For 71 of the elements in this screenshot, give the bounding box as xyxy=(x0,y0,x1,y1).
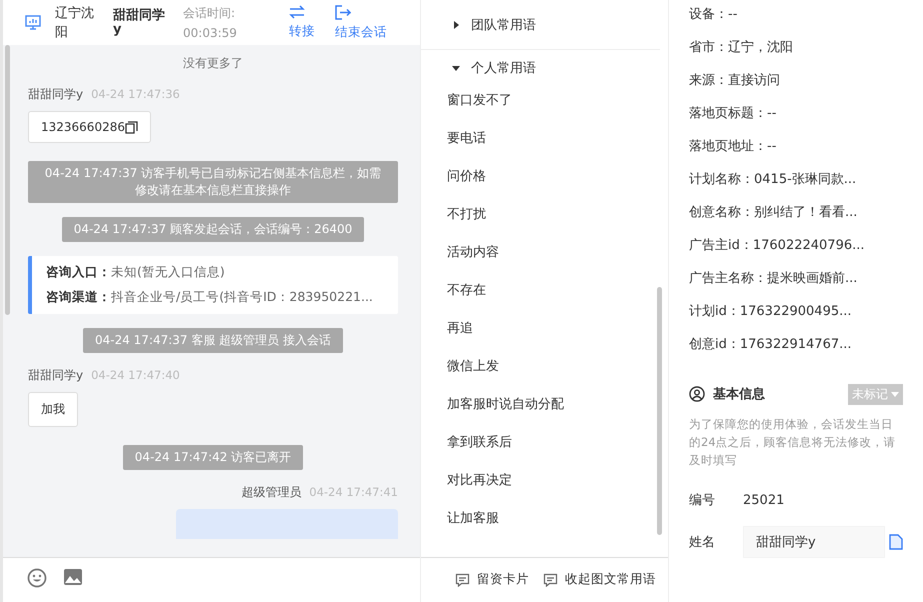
header-action-button[interactable]: 结束会话 xyxy=(335,4,387,40)
phrase-item[interactable]: 对比再决定 xyxy=(421,472,668,510)
session-time-label: 会话时间: xyxy=(183,4,236,22)
logout-icon xyxy=(335,4,351,20)
phrase-item[interactable]: 要电话 xyxy=(421,130,668,168)
system-notice: 04-24 17:47:37 客服 超级管理员 接入会话 xyxy=(82,328,344,353)
info-row-text: 来源：直接访问 xyxy=(689,72,781,90)
info-row-text: 创意id：176322914767... xyxy=(689,336,853,354)
name-field[interactable]: 甜甜同学y xyxy=(743,526,885,558)
phrase-item[interactable]: 微信上发 xyxy=(421,358,668,396)
swap-arrows-icon xyxy=(289,5,305,19)
system-notice: 04-24 17:47:37 访客手机号已自动标记右侧基本信息栏，如需修改请在基本信息栏直接操作 xyxy=(28,161,398,203)
info-row-text: 计划id：176322900495... xyxy=(689,303,853,321)
message-time: 04-24 17:47:41 xyxy=(309,485,398,499)
phrase-item[interactable]: 拿到联系后 xyxy=(421,434,668,472)
caret-down-icon xyxy=(451,63,461,73)
message-icon xyxy=(543,572,558,586)
message-time: 04-24 17:47:36 xyxy=(91,87,180,101)
info-row-text: 设备：-- xyxy=(689,6,738,24)
phrase-item[interactable]: 窗口发不了 xyxy=(421,92,668,130)
system-notice: 04-24 17:47:42 访客已离开 xyxy=(122,445,304,470)
info-row-text: 广告主名称：提米映画婚前... xyxy=(689,270,858,288)
info-row-text: 落地页标题：-- xyxy=(689,105,778,123)
visitor-location: 辽宁沈阳 xyxy=(55,4,95,42)
scrollbar[interactable] xyxy=(657,287,662,535)
no-more-notice: 没有更多了 xyxy=(183,55,243,72)
visitor-name: 甜甜同学y xyxy=(113,8,166,36)
phrase-item[interactable]: 加客服时说自动分配 xyxy=(421,396,668,434)
section-title: 基本信息 xyxy=(713,386,766,403)
image-button[interactable] xyxy=(63,568,83,586)
field-label: 姓名 xyxy=(689,534,716,551)
toolbar-button[interactable]: 留资卡片 xyxy=(455,571,529,588)
info-row-text: 省市：辽宁，沈阳 xyxy=(689,39,794,57)
session-time: 00:03:59 xyxy=(183,24,238,42)
phrase-item[interactable]: 不打扰 xyxy=(421,206,668,244)
message-bubble: 13236660286 xyxy=(28,111,151,143)
info-row-text: 计划名称：0415-张琳同款... xyxy=(689,171,858,189)
phrase-item[interactable]: 再追 xyxy=(421,320,668,358)
system-notice: 04-24 17:47:37 顾客发起会话，会话编号：26400 xyxy=(62,217,364,242)
phrase-item[interactable]: 问价格 xyxy=(421,168,668,206)
field-label: 编号 xyxy=(689,492,716,509)
field-value: 25021 xyxy=(743,492,784,508)
scrollbar[interactable] xyxy=(5,45,10,315)
phrase-item[interactable]: 活动内容 xyxy=(421,244,668,282)
entry-line: 咨询渠道：抖音企业号/员工号(抖音号ID：283950221... xyxy=(46,289,374,306)
info-row-text: 广告主id：176022240796... xyxy=(689,237,866,255)
emoji-button[interactable] xyxy=(27,568,47,588)
message-bubble: 加我 xyxy=(28,392,78,427)
info-row-text: 创意名称：别纠结了！看看... xyxy=(689,204,858,222)
toolbar-button[interactable]: 收起图文常用语 xyxy=(543,571,656,588)
notice-text: 为了保障您的使用体验，会话发生当日的24点之后，顾客信息将无法修改，请及时填写 xyxy=(689,416,897,469)
user-icon xyxy=(689,386,705,402)
phrase-group-header[interactable]: 团队常用语 xyxy=(421,0,660,50)
sender-name: 超级管理员 xyxy=(241,484,302,501)
image-icon xyxy=(63,568,83,586)
copy-icon[interactable] xyxy=(124,120,138,134)
monitor-icon xyxy=(25,15,41,30)
message-icon xyxy=(455,572,470,586)
smiley-icon xyxy=(27,568,47,588)
phrase-item[interactable]: 让加客服 xyxy=(421,510,668,548)
entry-line: 咨询入口：未知(暂无入口信息) xyxy=(46,264,226,281)
document-icon[interactable] xyxy=(889,534,903,550)
message-time: 04-24 17:47:40 xyxy=(91,368,180,382)
phrase-item[interactable]: 不存在 xyxy=(421,282,668,320)
sender-name: 甜甜同学y xyxy=(28,367,84,384)
info-row-text: 落地页地址：-- xyxy=(689,138,778,156)
phrase-group-header[interactable]: 个人常用语 xyxy=(421,50,660,86)
header-action-button[interactable]: 转接 xyxy=(289,5,315,40)
caret-down-icon xyxy=(891,392,899,396)
caret-right-icon xyxy=(451,20,461,30)
sender-name: 甜甜同学y xyxy=(28,86,84,103)
